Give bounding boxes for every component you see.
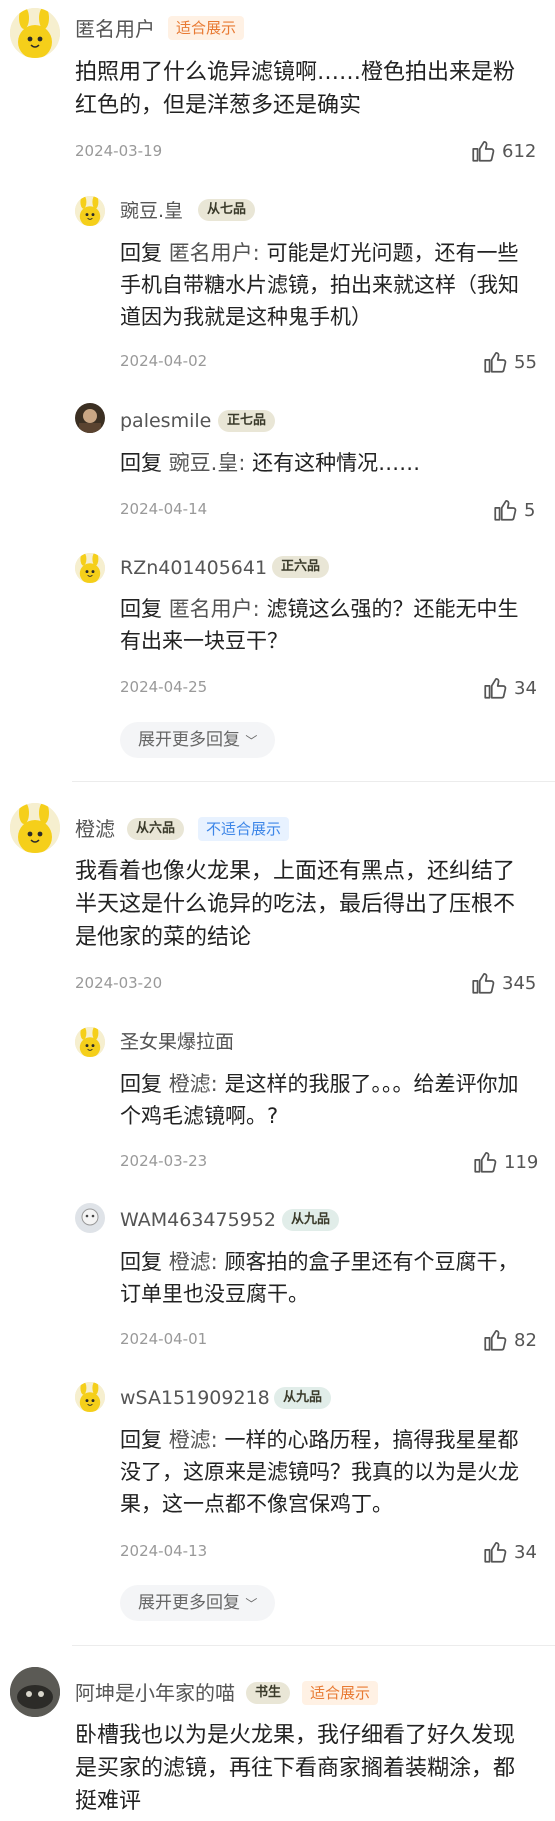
rank-badge: 从九品 <box>274 1387 332 1409</box>
reply-date: 2024-04-14 <box>120 500 208 518</box>
reply-date: 2024-04-25 <box>120 678 208 696</box>
like-count: 345 <box>502 972 537 994</box>
thumbs-up-icon <box>482 1327 508 1353</box>
avatar[interactable] <box>75 196 105 226</box>
divider <box>72 1645 555 1646</box>
like-count: 55 <box>514 351 537 373</box>
yellow-mascot-avatar-icon <box>75 1382 105 1412</box>
reply-date: 2024-03-23 <box>120 1152 208 1170</box>
status-badge: 适合展示 <box>302 1681 379 1705</box>
rank-badge: 书生 <box>246 1682 291 1704</box>
reply-date: 2024-04-02 <box>120 352 208 370</box>
rank-badge: 正六品 <box>272 556 330 578</box>
reply-keyword: 回复 <box>120 451 162 475</box>
chevron-down-icon: ﹀ <box>245 1597 258 1611</box>
like-count: 82 <box>514 1329 537 1351</box>
expand-label: 展开更多回复 <box>138 1593 240 1613</box>
reply-text: 回复 豌豆.皇: 还有这种情况…… <box>120 447 535 479</box>
expand-label: 展开更多回复 <box>138 730 240 750</box>
avatar[interactable] <box>75 1382 105 1412</box>
like-button[interactable]: 119 <box>472 1149 538 1175</box>
reply-user-name[interactable]: WAM463475952 <box>120 1208 276 1232</box>
thumbs-up-icon <box>482 349 508 375</box>
reply-target-user[interactable]: 豌豆.皇: <box>169 451 246 475</box>
rank-badge: 从六品 <box>127 818 185 840</box>
portrait-avatar-icon <box>79 409 101 433</box>
avatar[interactable] <box>10 803 60 853</box>
reply-target-user[interactable]: 匿名用户: <box>169 597 260 621</box>
comment-date: 2024-03-20 <box>75 974 163 992</box>
reply-date: 2024-04-01 <box>120 1330 208 1348</box>
chevron-down-icon: ﹀ <box>245 734 258 748</box>
comment-user-name[interactable]: 阿坤是小年家的喵 <box>75 1681 235 1705</box>
thumbs-up-icon <box>472 1149 498 1175</box>
avatar[interactable] <box>75 403 105 433</box>
comment-user-name[interactable]: 橙滤 <box>75 817 115 841</box>
rank-badge: 从七品 <box>198 199 256 221</box>
yellow-mascot-avatar-icon <box>10 8 60 58</box>
like-count: 5 <box>524 499 536 521</box>
like-count: 119 <box>504 1151 539 1173</box>
thumbs-up-icon <box>482 1539 508 1565</box>
like-count: 612 <box>502 140 537 162</box>
yellow-mascot-avatar-icon <box>10 803 60 853</box>
yellow-mascot-avatar-icon <box>75 196 105 226</box>
reply-keyword: 回复 <box>120 1072 162 1096</box>
avatar[interactable] <box>75 1027 105 1057</box>
avatar[interactable] <box>75 1203 105 1233</box>
comment-user-name[interactable]: 匿名用户 <box>75 17 155 41</box>
reply-target-user[interactable]: 橙滤: <box>169 1428 218 1452</box>
like-button[interactable]: 34 <box>482 675 537 701</box>
thumbs-up-icon <box>470 138 496 164</box>
yellow-mascot-avatar-icon <box>75 553 105 583</box>
thumbs-up-icon <box>492 497 518 523</box>
divider <box>72 781 555 782</box>
thumbs-up-icon <box>470 970 496 996</box>
reply-target-user[interactable]: 橙滤: <box>169 1072 218 1096</box>
comment-text: 拍照用了什么诡异滤镜啊……橙色拍出来是粉红色的，但是洋葱多还是确实 <box>75 60 516 118</box>
reply-keyword: 回复 <box>120 1428 162 1452</box>
expand-more-replies-button[interactable]: 展开更多回复 ﹀ <box>120 1585 276 1621</box>
reply-date: 2024-04-13 <box>120 1542 208 1560</box>
like-count: 34 <box>514 677 537 699</box>
like-count: 34 <box>514 1541 537 1563</box>
reply-text: 回复 匿名用户: 可能是灯光问题，还有一些手机自带糖水片滤镜，拍出来就这样（我知… <box>120 237 535 333</box>
reply-keyword: 回复 <box>120 241 162 265</box>
rank-badge: 从九品 <box>282 1209 340 1231</box>
yellow-mascot-avatar-icon <box>75 1027 105 1057</box>
reply-text: 回复 橙滤: 是这样的我服了。。。给差评你加个鸡毛滤镜啊。? <box>120 1068 535 1132</box>
like-button[interactable]: 345 <box>470 970 536 996</box>
like-button[interactable]: 5 <box>492 497 535 523</box>
status-badge: 不适合展示 <box>198 817 290 841</box>
reply-target-user[interactable]: 橙滤: <box>169 1250 218 1274</box>
expand-more-replies-button[interactable]: 展开更多回复 ﹀ <box>120 722 276 758</box>
comment-text: 卧槽我也以为是火龙果，我仔细看了好久发现是买家的滤镜，再往下看商家搁着装糊涂，都… <box>75 1723 516 1814</box>
like-button[interactable]: 82 <box>482 1327 537 1353</box>
avatar[interactable] <box>75 553 105 583</box>
cat-photo-avatar-icon <box>10 1667 60 1717</box>
comment-date: 2024-03-19 <box>75 142 163 160</box>
reply-keyword: 回复 <box>120 1250 162 1274</box>
like-button[interactable]: 612 <box>470 138 536 164</box>
reply-text: 回复 橙滤: 顾客拍的盒子里还有个豆腐干，订单里也没豆腐干。 <box>120 1246 535 1310</box>
reply-body: 还有这种情况…… <box>252 451 421 475</box>
avatar[interactable] <box>10 1667 60 1717</box>
status-badge: 适合展示 <box>168 16 245 40</box>
reply-text: 回复 橙滤: 一样的心路历程，搞得我星星都没了，这原来是滤镜吗？我真的以为是火龙… <box>120 1424 535 1520</box>
like-button[interactable]: 34 <box>482 1539 537 1565</box>
reply-target-user[interactable]: 匿名用户: <box>169 241 260 265</box>
like-button[interactable]: 55 <box>482 349 537 375</box>
reply-user-name[interactable]: palesmile <box>120 409 211 433</box>
thumbs-up-icon <box>482 675 508 701</box>
reply-text: 回复 匿名用户: 滤镜这么强的？还能无中生有出来一块豆干？ <box>120 593 535 657</box>
reply-user-name[interactable]: 豌豆.皇 <box>120 199 183 223</box>
rank-badge: 正七品 <box>218 410 276 432</box>
cartoon-avatar-icon <box>81 1208 99 1226</box>
reply-user-name[interactable]: wSA151909218 <box>120 1386 270 1410</box>
avatar[interactable] <box>10 8 60 58</box>
reply-keyword: 回复 <box>120 597 162 621</box>
reply-user-name[interactable]: RZn401405641 <box>120 556 267 580</box>
comment-text: 我看着也像火龙果，上面还有黑点，还纠结了半天这是什么诡异的吃法，最后得出了压根不… <box>75 859 516 950</box>
reply-user-name[interactable]: 圣女果爆拉面 <box>120 1030 234 1054</box>
